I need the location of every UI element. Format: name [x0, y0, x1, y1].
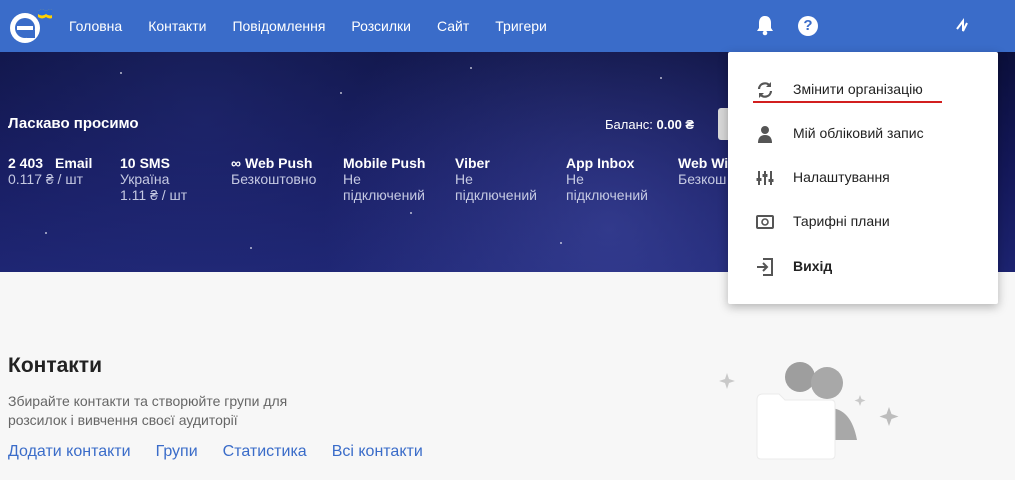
sync-icon: [757, 82, 773, 98]
stat-title: App Inbox: [566, 155, 635, 171]
balance-label: Баланс:: [605, 117, 653, 132]
menu-item-label: Мій обліковий запис: [793, 125, 924, 141]
help-icon[interactable]: ?: [798, 16, 818, 36]
stat-mobile-push: Mobile Push Не підключений: [343, 155, 453, 203]
main-nav: Головна Контакти Повідомлення Розсилки С…: [69, 0, 573, 52]
stat-title: SMS: [139, 155, 170, 171]
nav-item-home[interactable]: Головна: [69, 18, 122, 34]
star-decoration: [660, 77, 662, 79]
stat-sub: підключений: [455, 187, 537, 203]
star-decoration: [45, 232, 47, 234]
stat-sub: Не: [455, 171, 473, 187]
add-contacts-link[interactable]: Додати контакти: [8, 443, 131, 461]
menu-item-label: Налаштування: [793, 169, 890, 185]
active-underline: [753, 101, 942, 103]
stat-sub: підключений: [343, 187, 425, 203]
nav-item-messages[interactable]: Повідомлення: [232, 18, 325, 34]
menu-item-switch-organization[interactable]: Змінити організацію: [728, 70, 998, 110]
star-decoration: [410, 212, 412, 214]
sliders-icon: [756, 171, 774, 185]
stat-qty: 2 403: [8, 155, 44, 171]
nav-item-site[interactable]: Сайт: [437, 18, 469, 34]
stat-sub: Не: [343, 171, 361, 187]
bell-icon[interactable]: [755, 14, 775, 36]
menu-item-my-account[interactable]: Мій обліковий запис: [728, 114, 998, 154]
menu-item-pricing-plans[interactable]: Тарифні плани: [728, 202, 998, 242]
stat-sub: підключений: [566, 187, 648, 203]
balance-value: 0.00 ₴: [656, 117, 695, 132]
statistics-link[interactable]: Статистика: [223, 443, 307, 461]
stat-sub: Безкоштовно: [231, 171, 317, 187]
stat-web-push: ∞ Web Push Безкоштовно: [231, 155, 341, 187]
contacts-illustration: [719, 362, 899, 460]
star-decoration: [250, 247, 252, 249]
section-links: Додати контакти Групи Статистика Всі кон…: [8, 443, 448, 461]
nav-item-triggers[interactable]: Тригери: [495, 18, 547, 34]
star-decoration: [340, 92, 342, 94]
stat-app-inbox: App Inbox Не підключений: [566, 155, 676, 203]
stat-sub: Не: [566, 171, 584, 187]
stat-sms: 10 SMS Україна 1.11 ₴ / шт: [120, 155, 230, 203]
stat-sub: 1.11 ₴ / шт: [120, 187, 188, 203]
esputnik-logo-icon[interactable]: [8, 8, 52, 44]
star-decoration: [120, 72, 122, 74]
stat-viber: Viber Не підключений: [455, 155, 565, 203]
nav-item-campaigns[interactable]: Розсилки: [351, 18, 411, 34]
menu-item-label: Змінити організацію: [793, 81, 923, 97]
stat-qty: 10: [120, 155, 136, 171]
welcome-title: Ласкаво просимо: [8, 115, 139, 132]
logout-icon: [757, 258, 773, 276]
section-title: Контакти: [8, 354, 102, 377]
stat-title: Mobile Push: [343, 155, 426, 171]
menu-item-logout[interactable]: Вихід: [728, 247, 998, 287]
infinity-icon: ∞: [231, 155, 241, 171]
top-navigation-bar: Головна Контакти Повідомлення Розсилки С…: [0, 0, 1015, 52]
star-decoration: [470, 67, 472, 69]
chevron-up-icon[interactable]: [955, 17, 969, 35]
all-contacts-link[interactable]: Всі контакти: [332, 443, 423, 461]
stat-sub: 0.117 ₴ / шт: [8, 171, 83, 187]
account-dropdown-menu: Змінити організацію Мій обліковий запис …: [728, 52, 998, 304]
stat-sub: Україна: [120, 171, 170, 187]
balance: Баланс: 0.00 ₴: [605, 117, 694, 132]
stat-title: Viber: [455, 155, 490, 171]
menu-item-label: Вихід: [793, 258, 833, 274]
menu-item-label: Тарифні плани: [793, 213, 890, 229]
user-icon: [758, 126, 772, 143]
menu-item-settings[interactable]: Налаштування: [728, 158, 998, 198]
star-decoration: [560, 242, 562, 244]
stat-title: Web Push: [244, 155, 313, 171]
money-icon: [756, 215, 774, 229]
nav-item-contacts[interactable]: Контакти: [148, 18, 206, 34]
stat-email: 2 403 Email 0.117 ₴ / шт: [8, 155, 118, 187]
section-description: Збирайте контакти та створюйте групи для…: [8, 393, 288, 428]
groups-link[interactable]: Групи: [156, 443, 198, 461]
stat-title: Email: [55, 155, 93, 171]
